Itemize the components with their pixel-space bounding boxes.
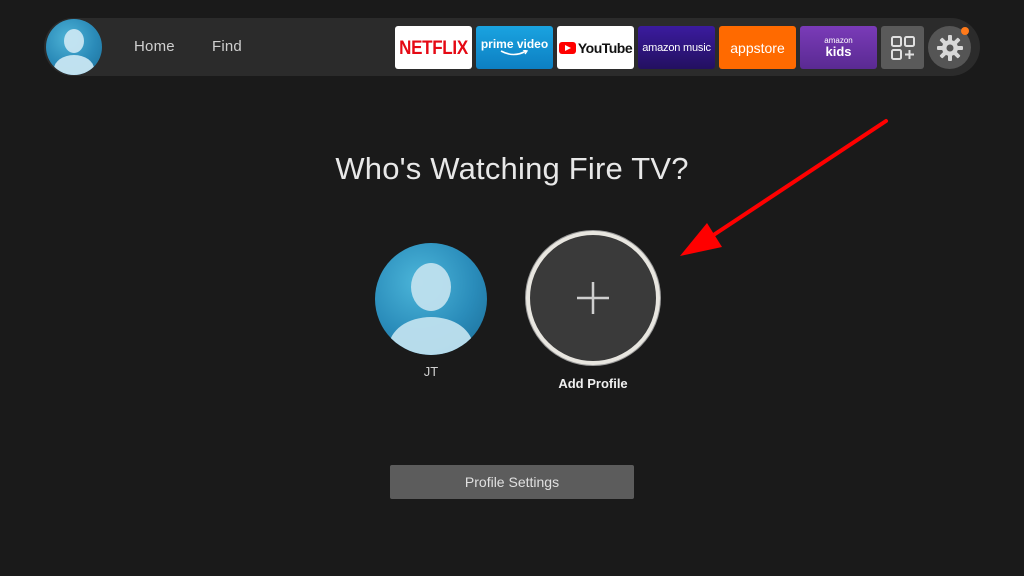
gear-icon xyxy=(936,34,963,61)
nav-home[interactable]: Home xyxy=(134,38,175,55)
plus-icon xyxy=(577,282,609,314)
profile-settings-button[interactable]: Profile Settings xyxy=(390,465,634,499)
add-profile-label: Add Profile xyxy=(558,376,628,391)
notification-dot xyxy=(961,27,969,35)
page-title: Who's Watching Fire TV? xyxy=(335,151,689,186)
add-profile-button[interactable] xyxy=(526,231,660,365)
nav-find[interactable]: Find xyxy=(212,38,242,55)
user-silhouette-icon xyxy=(389,263,473,355)
app-tile-netflix[interactable]: NETFLIX xyxy=(395,26,472,69)
amazon-music-logo: amazon music xyxy=(642,41,711,54)
apps-grid-icon xyxy=(890,35,915,60)
amazon-kids-bottom: kids xyxy=(825,44,852,59)
prime-smile-icon xyxy=(501,50,529,56)
prime-video-logo: prime video xyxy=(480,37,549,51)
app-tile-amazon-kids[interactable]: amazon kids xyxy=(800,26,877,69)
user-avatar-icon[interactable] xyxy=(46,19,102,75)
top-navigation-bar: Home Find NETFLIX prime video YouTube am… xyxy=(44,18,980,76)
app-tile-youtube[interactable]: YouTube xyxy=(557,26,634,69)
app-tile-amazon-music[interactable]: amazon music xyxy=(638,26,715,69)
app-tile-prime-video[interactable]: prime video xyxy=(476,26,553,69)
profile-avatar-jt[interactable] xyxy=(375,243,487,355)
youtube-play-icon xyxy=(558,41,576,54)
app-tile-appstore[interactable]: appstore xyxy=(719,26,796,69)
profile-name-jt: JT xyxy=(423,364,439,379)
youtube-logo: YouTube xyxy=(577,39,633,56)
appstore-logo: appstore xyxy=(730,39,785,56)
apps-grid-button[interactable] xyxy=(881,26,924,69)
netflix-logo: NETFLIX xyxy=(399,36,468,58)
